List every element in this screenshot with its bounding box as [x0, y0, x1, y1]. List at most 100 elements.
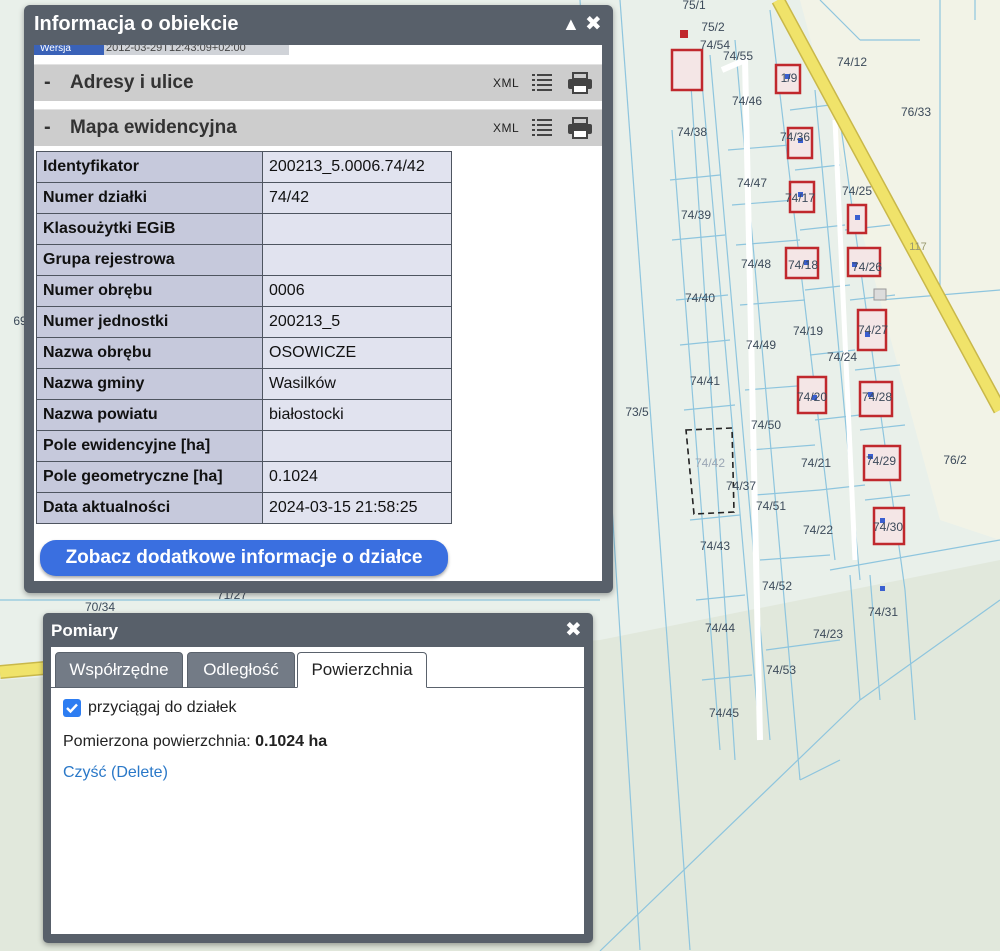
list-icon[interactable] [530, 116, 554, 140]
parcel-label[interactable]: 74/45 [709, 706, 739, 720]
parcel-label[interactable]: 74/37 [726, 479, 756, 493]
measured-area-text: Pomierzona powierzchnia: 0.1024 ha [63, 733, 327, 751]
attribute-value: 200213_5 [262, 306, 452, 338]
more-parcel-info-button[interactable]: Zobacz dodatkowe informacje o działce [40, 540, 448, 576]
building-label[interactable]: 74/30 [873, 520, 903, 534]
building-label[interactable]: 74/20 [797, 390, 827, 404]
attribute-key: Data aktualności [36, 492, 263, 524]
close-icon[interactable]: ✖ [565, 617, 582, 642]
attribute-row: Pole ewidencyjne [ha] [36, 430, 452, 462]
checkmark-icon [66, 703, 78, 714]
attribute-value: 200213_5.0006.74/42 [262, 151, 452, 183]
attribute-value: białostocki [262, 399, 452, 431]
object-info-window: Informacja o obiekcie ▲ ✖ Wersja 2012-03… [24, 5, 613, 593]
parcel-label[interactable]: 74/44 [705, 621, 735, 635]
parcel-label[interactable]: 74/23 [813, 627, 843, 641]
measured-area-value: 0.1024 ha [255, 733, 328, 750]
parcel-label[interactable]: 74/52 [762, 579, 792, 593]
parcel-label[interactable]: 74/47 [737, 176, 767, 190]
attribute-value: Wasilków [262, 368, 452, 400]
attribute-value: OSOWICZE [262, 337, 452, 369]
attribute-key: Numer obrębu [36, 275, 263, 307]
parcel-label[interactable]: 74/39 [681, 208, 711, 222]
clear-measurement-link[interactable]: Czyść (Delete) [63, 764, 168, 782]
building-label[interactable]: 74/36 [780, 130, 810, 144]
section-cadastral-map[interactable]: - Mapa ewidencyjna XML [34, 109, 602, 146]
tab-area[interactable]: Powierzchnia [297, 652, 427, 688]
info-window-title: Informacja o obiekcie [34, 13, 239, 35]
snap-checkbox-label[interactable]: przyciągaj do działek [88, 699, 237, 717]
parcel-label[interactable]: 74/41 [690, 374, 720, 388]
print-icon[interactable] [567, 71, 593, 95]
attribute-key: Klasoużytki EGiB [36, 213, 263, 245]
parcel-label[interactable]: 74/46 [732, 94, 762, 108]
parcel-label[interactable]: 74/22 [803, 523, 833, 537]
version-tag: Wersja [34, 45, 104, 55]
attribute-key: Nazwa gminy [36, 368, 263, 400]
parcel-label[interactable]: 74/25 [842, 184, 872, 198]
collapse-dash-icon[interactable]: - [44, 71, 51, 94]
collapse-icon[interactable]: ▲ [562, 14, 580, 35]
tab-coordinates[interactable]: Współrzędne [55, 652, 183, 688]
collapse-dash-icon[interactable]: - [44, 116, 51, 139]
building-label[interactable]: 74/28 [862, 390, 892, 404]
attribute-row: Klasoużytki EGiB [36, 213, 452, 245]
building-label[interactable]: 74/26 [852, 260, 882, 274]
parcel-label[interactable]: 74/24 [827, 350, 857, 364]
attribute-key: Pole ewidencyjne [ha] [36, 430, 263, 462]
parcel-label[interactable]: 74/31 [868, 605, 898, 619]
parcel-label[interactable]: 74/49 [746, 338, 776, 352]
version-strip: Wersja 2012-03-29T12:43:09+02:00 [34, 45, 289, 55]
parcel-label[interactable]: 76/33 [901, 105, 931, 119]
close-icon[interactable]: ✖ [585, 11, 602, 36]
parcel-attributes-table: Identyfikator 200213_5.0006.74/42 Numer dz… [36, 151, 452, 524]
tab-distance[interactable]: Odległość [187, 652, 295, 688]
version-text: 2012-03-29T12:43:09+02:00 [106, 45, 246, 54]
print-icon[interactable] [567, 116, 593, 140]
measurements-window-title: Pomiary [51, 621, 119, 640]
parcel-label[interactable]: 76/2 [943, 453, 966, 467]
parcel-label[interactable]: 74/43 [700, 539, 730, 553]
attribute-key: Grupa rejestrowa [36, 244, 263, 276]
parcel-label[interactable]: 73/5 [625, 405, 648, 419]
attribute-row: Nazwa powiatu białostocki [36, 399, 452, 431]
snap-checkbox[interactable] [63, 699, 81, 717]
attribute-row: Numer jednostki 200213_5 [36, 306, 452, 338]
attribute-value: 74/42 [262, 182, 452, 214]
attribute-value [262, 213, 452, 245]
parcel-label[interactable]: 74/19 [793, 324, 823, 338]
parcel-label[interactable]: 74/50 [751, 418, 781, 432]
building-label[interactable]: 74/27 [858, 323, 888, 337]
parcel-label[interactable]: 74/21 [801, 456, 831, 470]
parcel-label[interactable]: 74/48 [741, 257, 771, 271]
parcel-label[interactable]: 75/1 [682, 0, 705, 12]
parcel-label[interactable]: 75/2 [701, 20, 724, 34]
parcel-label[interactable]: 74/38 [677, 125, 707, 139]
attribute-value: 2024-03-15 21:58:25 [262, 492, 452, 524]
parcel-label[interactable]: 74/53 [766, 663, 796, 677]
building-label[interactable]: 74/17 [785, 191, 815, 205]
attribute-key: Identyfikator [36, 151, 263, 183]
attribute-value: 0.1024 [262, 461, 452, 493]
xml-export-button[interactable]: XML [493, 76, 519, 90]
attribute-key: Nazwa obrębu [36, 337, 263, 369]
attribute-row: Nazwa gminy Wasilków [36, 368, 452, 400]
attribute-value: 0006 [262, 275, 452, 307]
building-label[interactable]: 74/18 [788, 258, 818, 272]
attribute-row: Nazwa obrębu OSOWICZE [36, 337, 452, 369]
xml-export-button[interactable]: XML [493, 121, 519, 135]
measurements-body: Współrzędne Odległość Powierzchnia przyc… [51, 647, 584, 934]
parcel-label[interactable]: 70/34 [85, 600, 115, 614]
road-number-label[interactable]: 117 [909, 241, 927, 253]
section-addresses[interactable]: - Adresy i ulice XML [34, 64, 602, 101]
attribute-row: Numer obrębu 0006 [36, 275, 452, 307]
parcel-label[interactable]: 74/42 [695, 456, 725, 470]
list-icon[interactable] [530, 71, 554, 95]
parcel-label[interactable]: 74/55 [723, 49, 753, 63]
building-label[interactable]: 74/29 [866, 454, 896, 468]
parcel-label[interactable]: 74/12 [837, 55, 867, 69]
parcel-label[interactable]: 74/51 [756, 499, 786, 513]
building-label[interactable]: 1/9 [781, 71, 798, 85]
attribute-row: Grupa rejestrowa [36, 244, 452, 276]
parcel-label[interactable]: 74/40 [685, 291, 715, 305]
